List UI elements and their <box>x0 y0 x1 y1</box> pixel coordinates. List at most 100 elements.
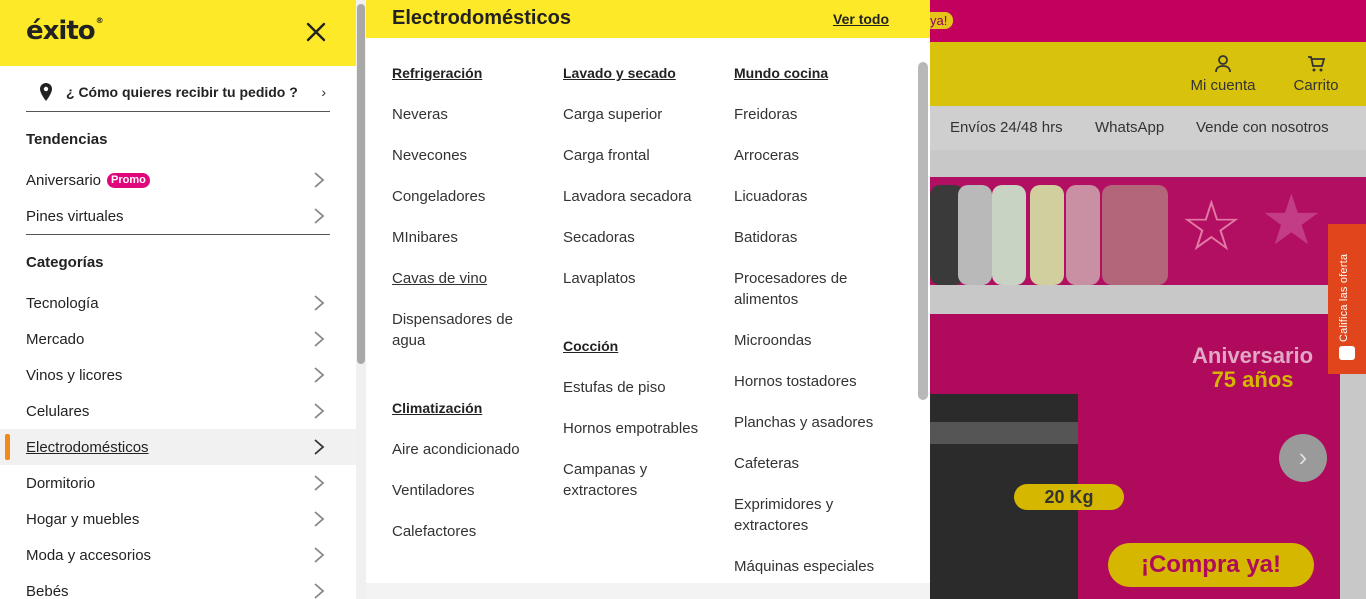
star-decoration: ★ <box>1260 181 1323 259</box>
link-procesadores-de-alimentos[interactable]: Procesadores de alimentos <box>734 268 884 310</box>
phone-image <box>1030 185 1064 285</box>
chevron-right-icon: › <box>1298 442 1308 472</box>
link-hornos-empotrables[interactable]: Hornos empotrables <box>563 418 728 439</box>
link-maquinas-especiales[interactable]: Máquinas especiales <box>734 556 899 577</box>
anniversary-title: Aniversario 75 años <box>1192 343 1314 393</box>
link-hornos-tostadores[interactable]: Hornos tostadores <box>734 371 899 392</box>
user-icon <box>1215 55 1231 73</box>
link-licuadoras[interactable]: Licuadoras <box>734 186 899 207</box>
section-title-tendencias: Tendencias <box>26 131 108 148</box>
group-heading-lavado-y-secado[interactable]: Lavado y secado <box>563 65 676 81</box>
chevron-right-icon <box>314 547 325 563</box>
link-nevecones[interactable]: Nevecones <box>392 145 557 166</box>
submenu-footer-strip <box>366 583 930 599</box>
chevron-right-icon <box>314 439 325 455</box>
chevron-right-icon <box>314 511 325 527</box>
submenu-scrollbar[interactable] <box>918 62 928 400</box>
feedback-label: Califica las oferta <box>1338 253 1350 342</box>
view-all-link[interactable]: Ver todo <box>833 11 889 27</box>
link-batidoras[interactable]: Batidoras <box>734 227 899 248</box>
delivery-selector[interactable]: ¿ Cómo quieres recibir tu pedido ? › <box>26 72 330 112</box>
chevron-right-icon <box>314 475 325 491</box>
chat-icon <box>1339 346 1355 360</box>
cart-label: Carrito <box>1293 77 1339 94</box>
group-heading-climatizacion[interactable]: Climatización <box>392 400 482 416</box>
menu-item-aniversario[interactable]: Aniversario Promo <box>0 162 356 198</box>
link-cafeteras[interactable]: Cafeteras <box>734 453 899 474</box>
menu-item-moda-y-accesorios[interactable]: Moda y accesorios <box>0 537 356 573</box>
cart-icon <box>1308 56 1326 72</box>
link-carga-superior[interactable]: Carga superior <box>563 104 728 125</box>
menu-item-dormitorio[interactable]: Dormitorio <box>0 465 356 501</box>
drawer-header: éxito® <box>0 0 356 66</box>
link-estufas-de-piso[interactable]: Estufas de piso <box>563 377 728 398</box>
link-congeladores[interactable]: Congeladores <box>392 186 557 207</box>
feedback-tab[interactable]: Califica las oferta <box>1328 224 1366 374</box>
promo-badge: Promo <box>107 172 150 188</box>
link-aire-acondicionado[interactable]: Aire acondicionado <box>392 439 557 460</box>
exito-logo[interactable]: éxito® <box>26 16 104 46</box>
section-title-categorias: Categorías <box>26 254 104 271</box>
link-lavadora-secadora[interactable]: Lavadora secadora <box>563 186 728 207</box>
app-root: ya! Mi cuenta Carrito Envíos 24/48 hrs W… <box>0 0 1366 599</box>
link-neveras[interactable]: Neveras <box>392 104 557 125</box>
menu-item-bebes[interactable]: Bebés <box>0 573 356 599</box>
side-drawer: éxito® ¿ Cómo quieres recibir tu pedido … <box>0 0 356 599</box>
account-button[interactable]: Mi cuenta <box>1178 54 1268 94</box>
menu-item-hogar-y-muebles[interactable]: Hogar y muebles <box>0 501 356 537</box>
menu-item-tecnologia[interactable]: Tecnología <box>0 285 356 321</box>
carousel-next-button[interactable]: › <box>1279 434 1327 482</box>
group-heading-coccion[interactable]: Cocción <box>563 338 618 354</box>
weight-badge: 20 Kg <box>1014 484 1124 510</box>
link-dispensadores-de-agua[interactable]: Dispensadores de agua <box>392 309 542 351</box>
menu-item-electrodomesticos[interactable]: Electrodomésticos <box>0 429 356 465</box>
phone-image <box>1066 185 1100 285</box>
group-heading-refrigeracion[interactable]: Refrigeración <box>392 65 482 81</box>
scrollbar-thumb[interactable] <box>357 4 365 364</box>
category-submenu: Electrodomésticos Ver todo Refrigeración… <box>366 0 930 599</box>
chevron-right-icon <box>314 331 325 347</box>
link-arroceras[interactable]: Arroceras <box>734 145 899 166</box>
link-calefactores[interactable]: Calefactores <box>392 521 557 542</box>
phone-image <box>992 185 1026 285</box>
chevron-right-icon <box>314 403 325 419</box>
link-ventiladores[interactable]: Ventiladores <box>392 480 557 501</box>
nav-link-vende[interactable]: Vende con nosotros <box>1196 119 1329 136</box>
link-cavas-de-vino[interactable]: Cavas de vino <box>392 268 557 289</box>
link-carga-frontal[interactable]: Carga frontal <box>563 145 728 166</box>
account-label: Mi cuenta <box>1190 77 1256 94</box>
menu-item-mercado[interactable]: Mercado <box>0 321 356 357</box>
phones-banner[interactable]: ☆ ★ <box>930 177 1366 285</box>
menu-item-vinos-y-licores[interactable]: Vinos y licores <box>0 357 356 393</box>
link-microondas[interactable]: Microondas <box>734 330 899 351</box>
chevron-right-icon <box>314 583 325 599</box>
submenu-header: Electrodomésticos Ver todo <box>366 0 930 38</box>
chevron-right-icon <box>314 208 325 224</box>
divider <box>26 234 330 235</box>
chevron-right-icon <box>314 367 325 383</box>
nav-link-envios[interactable]: Envíos 24/48 hrs <box>950 119 1063 136</box>
link-freidoras[interactable]: Freidoras <box>734 104 899 125</box>
close-icon[interactable] <box>302 18 330 46</box>
chevron-right-icon: › <box>321 83 326 100</box>
phone-image <box>958 185 992 285</box>
buy-now-button[interactable]: ¡Compra ya! <box>1108 543 1314 587</box>
menu-item-pines-virtuales[interactable]: Pines virtuales <box>0 198 356 234</box>
chevron-right-icon <box>314 172 325 188</box>
nav-link-whatsapp[interactable]: WhatsApp <box>1095 119 1164 136</box>
phone-image <box>1102 185 1168 285</box>
submenu-title: Electrodomésticos <box>392 7 571 29</box>
link-exprimidores-y-extractores[interactable]: Exprimidores y extractores <box>734 494 864 536</box>
link-minibares[interactable]: MInibares <box>392 227 557 248</box>
star-decoration: ☆ <box>1180 187 1243 265</box>
group-heading-mundo-cocina[interactable]: Mundo cocina <box>734 65 828 81</box>
menu-item-celulares[interactable]: Celulares <box>0 393 356 429</box>
drawer-scrollbar[interactable] <box>356 0 366 599</box>
chevron-right-icon <box>314 295 325 311</box>
cart-button[interactable]: Carrito <box>1271 54 1361 94</box>
link-planchas-y-asadores[interactable]: Planchas y asadores <box>734 412 899 433</box>
link-secadoras[interactable]: Secadoras <box>563 227 728 248</box>
link-lavaplatos[interactable]: Lavaplatos <box>563 268 728 289</box>
location-pin-icon <box>40 82 52 101</box>
link-campanas-y-extractores[interactable]: Campanas y extractores <box>563 459 683 501</box>
